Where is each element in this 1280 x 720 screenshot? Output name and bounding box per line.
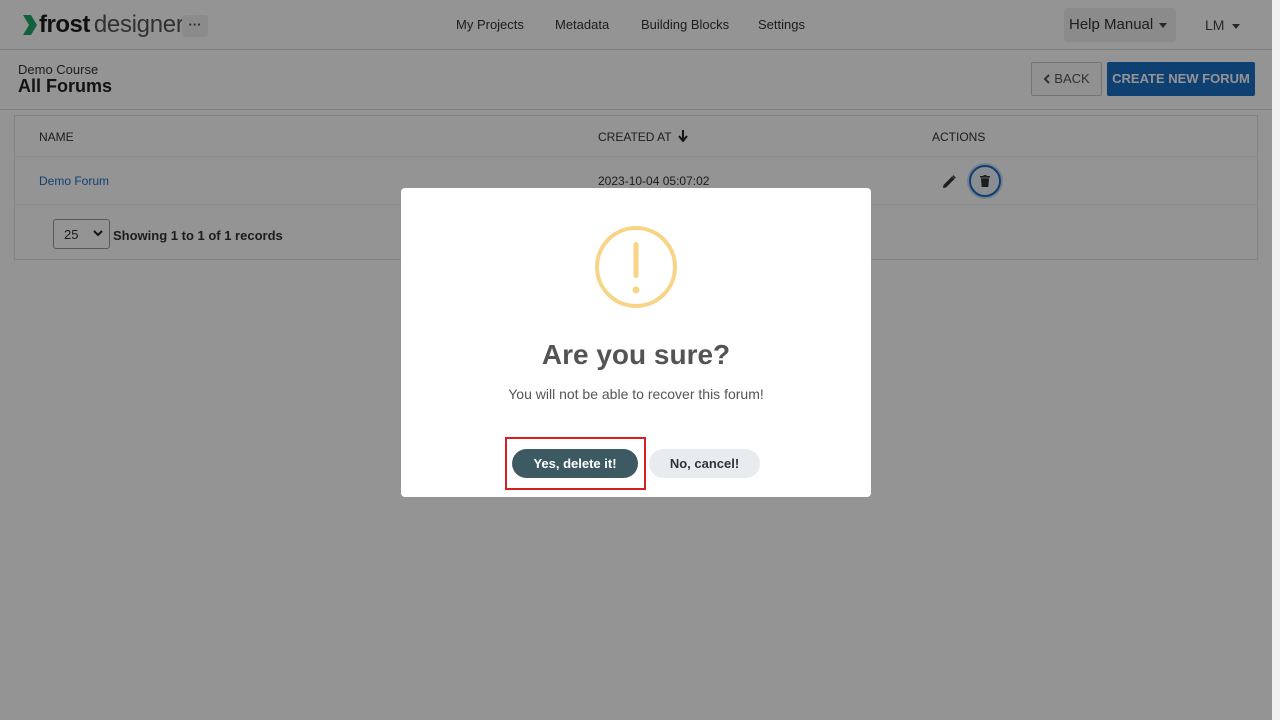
confirm-delete-button[interactable]: Yes, delete it! (512, 449, 638, 478)
dialog-message: You will not be able to recover this for… (508, 386, 764, 402)
page-scrollbar[interactable] (1272, 0, 1280, 720)
confirm-delete-dialog: Are you sure? You will not be able to re… (401, 188, 871, 497)
warning-icon (595, 226, 677, 308)
dialog-title: Are you sure? (541, 339, 731, 370)
cancel-button[interactable]: No, cancel! (649, 449, 760, 478)
